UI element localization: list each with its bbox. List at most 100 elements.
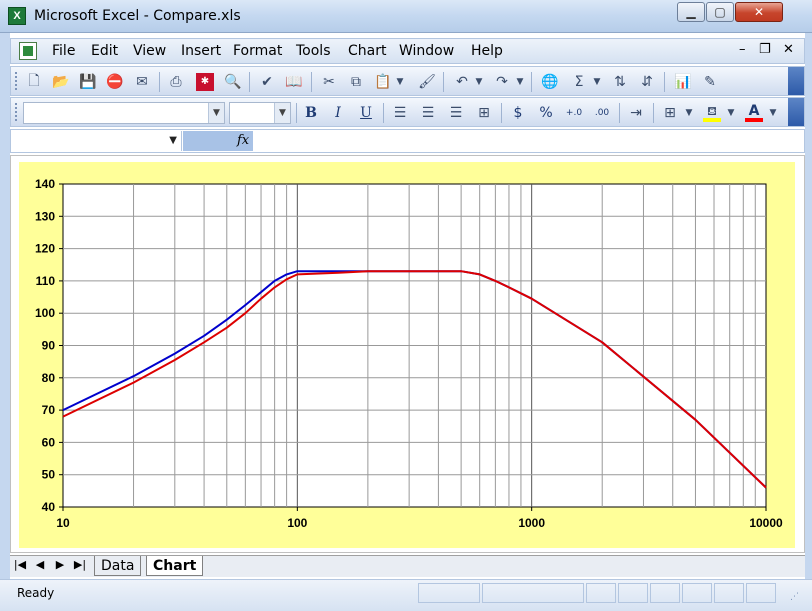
sort-descending-icon[interactable]: ⇵ (636, 71, 658, 93)
toolbar-options-icon[interactable] (788, 67, 804, 95)
drawing-icon[interactable]: ✎ (699, 71, 721, 93)
print-icon[interactable]: ⎙ (165, 71, 187, 93)
title-bar: X Microsoft Excel - Compare.xls ▁ ▢ ✕ (0, 0, 812, 33)
font-name-combo[interactable]: ▼ (23, 102, 225, 124)
minimize-button[interactable]: ▁ (677, 2, 705, 22)
maximize-button[interactable]: ▢ (706, 2, 734, 22)
font-size-combo[interactable]: ▼ (229, 102, 291, 124)
font-color-dropdown-icon[interactable]: ▼ (767, 102, 779, 124)
status-text: Ready (17, 586, 55, 600)
first-sheet-icon[interactable]: |◀ (12, 558, 28, 571)
name-box[interactable]: ▼ (12, 131, 182, 151)
open-icon[interactable]: 📂 (50, 71, 72, 93)
chart-sheet: 40 50 60 70 80 90 100 110 120 130 140 10 100 1000 1000… (10, 155, 805, 553)
sheet-tab-data[interactable]: Data (94, 556, 142, 576)
menu-tools[interactable]: Tools (296, 43, 331, 59)
menu-chart[interactable]: Chart (348, 43, 386, 59)
redo-dropdown-icon[interactable]: ▼ (514, 71, 526, 93)
formula-bar: ▼ fx (10, 129, 805, 153)
increase-decimal-button[interactable]: +.0 (563, 102, 585, 124)
window-frame-right (805, 33, 812, 579)
y-tick-label: 110 (36, 274, 56, 288)
next-sheet-icon[interactable]: ▶ (52, 558, 68, 571)
chart-wizard-icon[interactable]: 📊 (672, 71, 694, 93)
close-button[interactable]: ✕ (735, 2, 783, 22)
research-icon[interactable]: ✱ (194, 71, 216, 93)
save-icon[interactable]: 💾 (77, 71, 99, 93)
borders-icon[interactable]: ⊞ (659, 102, 681, 124)
chevron-down-icon[interactable]: ▼ (274, 103, 290, 123)
menu-view[interactable]: View (133, 43, 166, 59)
spelling-icon[interactable]: ✔ (256, 71, 278, 93)
x-tick-label: 1000 (518, 516, 545, 530)
menu-insert[interactable]: Insert (181, 43, 221, 59)
sort-ascending-icon[interactable]: ⇅ (609, 71, 631, 93)
redo-icon[interactable]: ↷ (491, 71, 513, 93)
indent-icon[interactable]: ⇥ (625, 102, 647, 124)
font-color-icon[interactable]: A (743, 102, 765, 124)
hyperlink-icon[interactable]: 🌐 (539, 71, 561, 93)
window-title: Microsoft Excel - Compare.xls (34, 8, 241, 24)
italic-button[interactable]: I (327, 102, 349, 124)
chevron-down-icon[interactable]: ▼ (208, 103, 224, 123)
y-tick-label: 40 (42, 500, 56, 514)
previous-sheet-icon[interactable]: ◀ (32, 558, 48, 571)
doc-restore-icon[interactable]: ❐ (759, 42, 771, 57)
workbook-icon[interactable] (19, 42, 37, 60)
menu-file[interactable]: File (52, 43, 75, 59)
resize-grip-icon[interactable]: ⋰ (790, 592, 799, 602)
merge-center-icon[interactable]: ⊞ (473, 102, 495, 124)
menu-bar: File Edit View Insert Format Tools Chart… (10, 38, 805, 64)
autosum-dropdown-icon[interactable]: ▼ (591, 71, 603, 93)
doc-minimize-icon[interactable]: – (739, 42, 746, 57)
menu-format[interactable]: Format (233, 43, 282, 59)
last-sheet-icon[interactable]: ▶| (72, 558, 88, 571)
toolbar-options-icon[interactable] (788, 98, 804, 126)
insert-function-button[interactable]: fx (183, 131, 253, 151)
paste-icon[interactable]: 📋 (372, 71, 394, 93)
undo-icon[interactable]: ↶ (451, 71, 473, 93)
doc-close-icon[interactable]: ✕ (783, 42, 794, 57)
print-preview-icon[interactable]: 🔍 (222, 71, 244, 93)
toolbar-grip[interactable] (15, 103, 19, 121)
copy-icon[interactable]: ⧉ (345, 71, 367, 93)
menu-edit[interactable]: Edit (91, 43, 118, 59)
align-center-icon[interactable]: ☰ (417, 102, 439, 124)
undo-dropdown-icon[interactable]: ▼ (473, 71, 485, 93)
underline-button[interactable]: U (355, 102, 377, 124)
maximize-icon: ▢ (714, 5, 726, 19)
email-icon[interactable]: ✉ (131, 71, 153, 93)
cut-icon[interactable]: ✂ (318, 71, 340, 93)
excel-icon[interactable]: X (8, 7, 26, 25)
x-tick-label: 100 (287, 516, 307, 530)
toolbar-grip[interactable] (15, 72, 19, 90)
borders-dropdown-icon[interactable]: ▼ (683, 102, 695, 124)
fill-color-dropdown-icon[interactable]: ▼ (725, 102, 737, 124)
fill-color-swatch (703, 118, 721, 122)
decrease-decimal-button[interactable]: .00 (591, 102, 613, 124)
paste-dropdown-icon[interactable]: ▼ (394, 71, 406, 93)
new-icon[interactable]: 🗋 (23, 71, 45, 93)
menu-window[interactable]: Window (399, 43, 454, 59)
research-book-icon[interactable]: 📖 (283, 71, 305, 93)
menu-help[interactable]: Help (471, 43, 503, 59)
y-tick-label: 120 (35, 242, 55, 256)
line-chart[interactable]: 40 50 60 70 80 90 100 110 120 130 140 10 100 1000 1000… (19, 162, 795, 548)
bold-button[interactable]: B (300, 102, 322, 124)
x-tick-label: 10000 (749, 516, 783, 530)
align-right-icon[interactable]: ☰ (445, 102, 467, 124)
chevron-down-icon[interactable]: ▼ (169, 135, 177, 146)
autosum-icon[interactable]: Σ (568, 71, 590, 93)
percent-button[interactable]: % (535, 102, 557, 124)
chart-area[interactable]: 40 50 60 70 80 90 100 110 120 130 140 10 100 1000 1000… (19, 162, 795, 548)
sheet-tab-chart[interactable]: Chart (146, 556, 204, 576)
format-painter-icon[interactable]: 🖌 (416, 71, 438, 93)
y-tick-label: 50 (42, 468, 56, 482)
y-tick-label: 140 (35, 177, 55, 191)
font-color-swatch (745, 118, 763, 122)
currency-button[interactable]: $ (507, 102, 529, 124)
align-left-icon[interactable]: ☰ (389, 102, 411, 124)
fill-color-icon[interactable]: ⛾ (701, 102, 723, 124)
x-tick-label: 10 (56, 516, 70, 530)
permission-icon[interactable]: ⛔ (104, 71, 126, 93)
